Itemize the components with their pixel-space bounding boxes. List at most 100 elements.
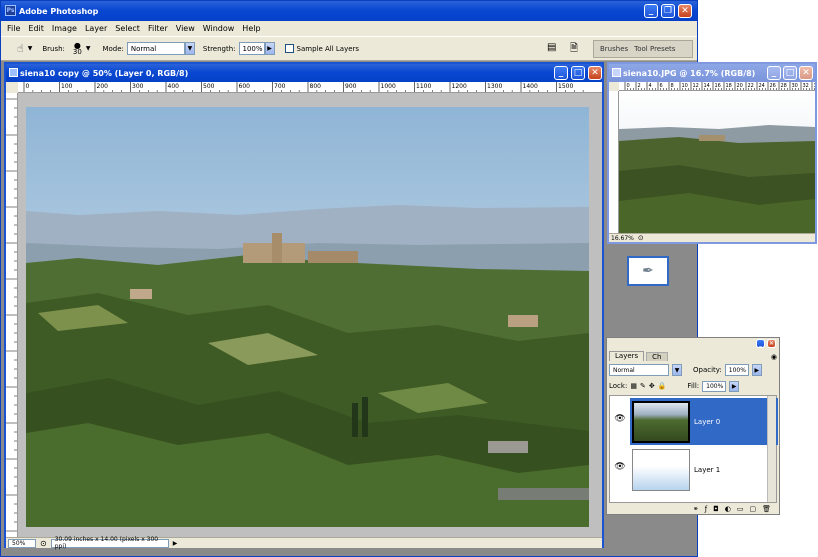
layers-palette-header[interactable]: _ ✕ <box>607 338 779 348</box>
menu-edit[interactable]: Edit <box>28 24 44 33</box>
strength-input[interactable]: 100% <box>238 42 265 55</box>
delete-layer-icon[interactable]: 🗑 <box>762 505 771 513</box>
second-doc-close-button[interactable]: ✕ <box>799 66 813 80</box>
status-menu-arrow-icon[interactable]: ▶ <box>173 540 178 547</box>
blend-row: Normal ▼ Opacity: 100% ▶ <box>609 363 777 377</box>
lock-all-icon[interactable]: 🔒 <box>658 382 667 390</box>
second-zoom-field[interactable]: 16.67% <box>611 235 634 242</box>
tab-layers[interactable]: Layers <box>609 351 645 361</box>
navigator-icon[interactable]: ⊙ <box>40 539 47 548</box>
sample-all-layers-checkbox[interactable] <box>284 44 294 53</box>
landscape-thumbnail-image[interactable] <box>619 91 815 233</box>
strength-slider-icon[interactable]: ▶ <box>264 42 275 55</box>
file-browser-icon[interactable]: ▤ <box>547 42 556 53</box>
ruler-label: 300 <box>132 83 144 90</box>
status-info[interactable]: 30.09 inches x 14.00 (pixels x 300 ppi) <box>50 536 169 550</box>
menu-select[interactable]: Select <box>115 24 140 33</box>
lock-pixels-icon[interactable]: ✎ <box>640 382 646 390</box>
main-doc-titlebar[interactable]: siena10 copy @ 50% (Layer 0, RGB/8) _ □ … <box>6 64 602 82</box>
menu-layer[interactable]: Layer <box>85 24 107 33</box>
ruler-label: 900 <box>345 83 357 90</box>
ruler-label: 22 <box>748 83 754 89</box>
mode-label: Mode: <box>102 44 124 53</box>
mode-dropdown-icon[interactable]: ▼ <box>184 42 195 55</box>
link-layers-icon[interactable]: ⚭ <box>693 505 699 513</box>
second-canvas-area[interactable] <box>619 91 815 233</box>
ruler-label: 400 <box>168 83 180 90</box>
minimize-button[interactable]: _ <box>644 4 658 18</box>
palette-menu-icon[interactable]: ◉ <box>771 353 777 361</box>
layer-0-name: Layer 0 <box>694 417 721 426</box>
doc-close-button[interactable]: ✕ <box>588 66 602 80</box>
layer-row-layer-0[interactable]: Layer 0 <box>630 398 778 445</box>
layers-footer: ⚭ ƒ ◘ ◐ ▭ ▢ 🗑 <box>609 504 777 514</box>
palette-close-button[interactable]: ✕ <box>767 339 776 348</box>
new-group-icon[interactable]: ▭ <box>737 505 744 513</box>
close-icon: ✕ <box>681 6 689 16</box>
ruler-label: 6 <box>660 83 663 89</box>
layer-style-icon[interactable]: ƒ <box>705 505 707 513</box>
app-title: Adobe Photoshop <box>19 6 99 16</box>
canvas-area[interactable] <box>18 93 602 537</box>
brush-dropdown-arrow-icon[interactable]: ▼ <box>86 45 91 52</box>
fill-slider-icon[interactable]: ▶ <box>729 380 740 392</box>
menu-view[interactable]: View <box>176 24 195 33</box>
fill-input[interactable]: 100% <box>702 380 727 392</box>
brush-picker[interactable]: ● 30 <box>73 41 82 56</box>
photoshop-app-icon: Ps <box>5 5 16 16</box>
horizontal-ruler[interactable]: 0 100 200 300 400 500 600 700 800 900 1000 1100 1200… <box>18 82 602 93</box>
maximize-button[interactable]: ❐ <box>661 4 675 18</box>
layer-1-visibility-eye-icon[interactable]: 👁 <box>613 460 627 474</box>
lock-transparency-icon[interactable]: ▦ <box>630 382 637 390</box>
horizontal-ruler[interactable]: 0246810121416182022242628303234 <box>619 82 815 91</box>
tab-brushes[interactable]: Brushes <box>600 45 628 53</box>
document-icon[interactable]: 🗎 <box>570 41 578 58</box>
vertical-ruler[interactable] <box>609 91 619 233</box>
feather-icon: ✒ <box>642 263 654 279</box>
minimized-image-icon[interactable]: ✒ <box>627 256 669 286</box>
tool-preset-arrow-icon[interactable]: ▼ <box>28 45 33 52</box>
zoom-field[interactable]: 50% <box>8 538 36 548</box>
new-layer-icon[interactable]: ▢ <box>749 505 756 513</box>
vertical-ruler[interactable] <box>6 93 18 537</box>
ruler-label: 0 <box>26 83 30 90</box>
ruler-label: 16 <box>715 83 721 89</box>
layer-mask-icon[interactable]: ◘ <box>713 505 719 513</box>
ruler-label: 1400 <box>523 83 538 90</box>
adjustment-layer-icon[interactable]: ◐ <box>725 505 731 513</box>
mode-select[interactable]: Normal <box>126 42 185 55</box>
smudge-tool-icon[interactable]: ☝ <box>17 42 24 55</box>
layers-scrollbar[interactable] <box>767 396 776 502</box>
layer-1-thumbnail <box>632 448 690 491</box>
opacity-slider-icon[interactable]: ▶ <box>751 364 762 376</box>
lock-position-icon[interactable]: ✥ <box>649 382 655 390</box>
navigator-icon[interactable]: ⊙ <box>638 234 644 242</box>
second-doc-title: siena10.JPG @ 16.7% (RGB/8) <box>623 68 756 78</box>
ruler-label: 1200 <box>452 83 467 90</box>
landscape-image[interactable] <box>18 93 602 537</box>
second-doc-titlebar[interactable]: siena10.JPG @ 16.7% (RGB/8) _ □ ✕ <box>609 64 815 82</box>
palette-minimize-button[interactable]: _ <box>756 339 765 348</box>
app-titlebar[interactable]: Ps Adobe Photoshop _ ❐ ✕ <box>1 1 697 21</box>
doc-minimize-button[interactable]: _ <box>554 66 568 80</box>
second-doc-maximize-button[interactable]: □ <box>783 66 797 80</box>
menu-window[interactable]: Window <box>203 24 235 33</box>
close-button[interactable]: ✕ <box>678 4 692 18</box>
layer-row-layer-1[interactable]: Layer 1 <box>630 446 778 493</box>
doc-maximize-button[interactable]: □ <box>571 66 585 80</box>
fill-label: Fill: <box>687 382 700 390</box>
tab-channels[interactable]: Ch <box>646 352 668 361</box>
menu-filter[interactable]: Filter <box>148 24 168 33</box>
status-bar: 50% ⊙ 30.09 inches x 14.00 (pixels x 300… <box>6 536 602 550</box>
menu-file[interactable]: File <box>7 24 20 33</box>
ruler-label: 26 <box>770 83 776 89</box>
second-doc-minimize-button[interactable]: _ <box>767 66 781 80</box>
menu-image[interactable]: Image <box>52 24 77 33</box>
ruler-ticks <box>6 98 17 532</box>
blend-dropdown-icon[interactable]: ▼ <box>672 364 682 376</box>
blend-mode-select[interactable]: Normal <box>609 364 669 376</box>
tab-tool-presets[interactable]: Tool Presets <box>634 45 675 53</box>
opacity-input[interactable]: 100% <box>724 364 749 376</box>
menu-help[interactable]: Help <box>242 24 260 33</box>
layer-0-visibility-eye-icon[interactable]: 👁 <box>613 412 627 426</box>
